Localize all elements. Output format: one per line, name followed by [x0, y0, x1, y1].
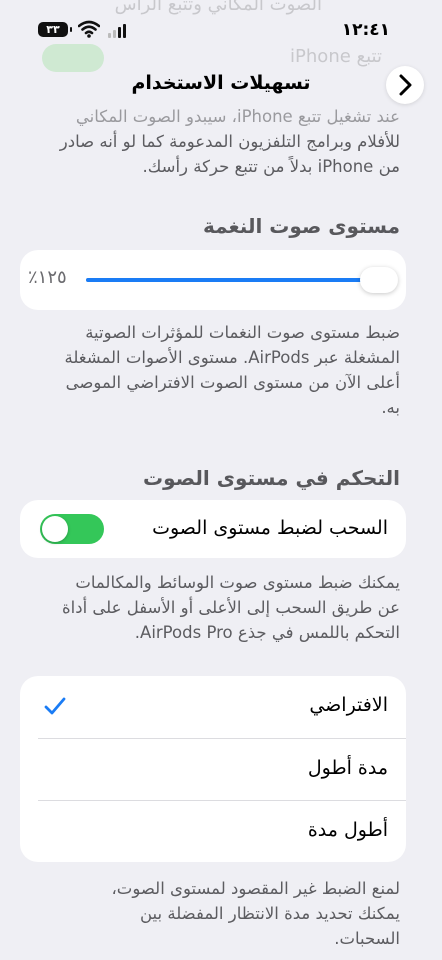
- tone-volume-value: ١٢٥٪: [28, 267, 67, 288]
- toggle-knob: [42, 516, 68, 542]
- duration-option-longer[interactable]: مدة أطول: [20, 739, 406, 800]
- cellular-signal-icon: [108, 24, 130, 38]
- press-duration-footnote: لمنع الضبط غير المقصود لمستوى الصوت، يمك…: [111, 879, 400, 948]
- swipe-volume-row: السحب لضبط مستوى الصوت: [20, 500, 406, 558]
- tone-volume-header: مستوى صوت النغمة: [202, 214, 400, 238]
- option-label: أطول مدة: [307, 819, 388, 841]
- tone-volume-card: ١٢٥٪: [20, 250, 406, 310]
- swipe-volume-label: السحب لضبط مستوى الصوت: [152, 517, 388, 539]
- duration-option-default[interactable]: الافتراضي: [20, 676, 406, 738]
- slider-fill: [86, 278, 389, 282]
- tone-volume-footnote: ضبط مستوى صوت النغمات للمؤثرات الصوتية ا…: [64, 323, 401, 417]
- spatial-audio-footnote: عند تشغيل تتبع iPhone، سيبدو الصوت المكا…: [59, 107, 400, 176]
- press-duration-list: الافتراضي مدة أطول أطول مدة: [20, 676, 406, 862]
- battery-icon: ٣٣: [38, 22, 72, 37]
- slider-thumb[interactable]: [360, 267, 398, 293]
- duration-option-longest[interactable]: أطول مدة: [20, 801, 406, 862]
- volume-control-footnote: يمكنك ضبط مستوى صوت الوسائط والمكالمات ع…: [62, 573, 400, 642]
- page-title: تسهيلات الاستخدام: [131, 72, 311, 94]
- status-time: ١٢:٤١: [341, 20, 390, 40]
- tone-volume-slider[interactable]: [86, 263, 398, 297]
- volume-control-header: التحكم في مستوى الصوت: [143, 466, 400, 490]
- swipe-volume-toggle[interactable]: [40, 514, 104, 544]
- option-label: مدة أطول: [307, 757, 388, 779]
- wifi-icon: [78, 20, 100, 38]
- option-label: الافتراضي: [309, 694, 388, 716]
- checkmark-icon: [44, 697, 66, 715]
- ghost-row-label: تتبع iPhone: [290, 46, 382, 67]
- ghost-heading: الصوت المكاني وتتبع الرأس: [114, 0, 322, 15]
- ghost-toggle: [42, 44, 104, 72]
